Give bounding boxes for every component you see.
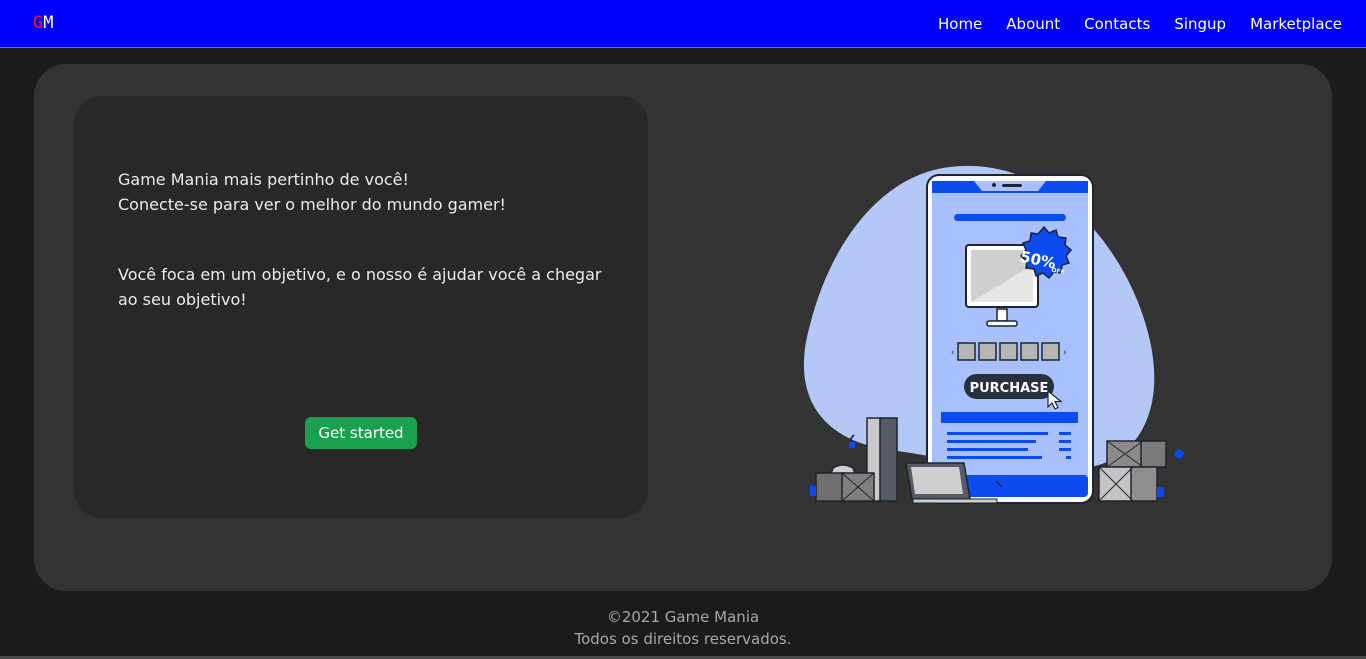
notch-cam [992, 183, 996, 187]
get-started-button[interactable]: Get started [305, 417, 417, 449]
nav-link-signup[interactable]: Singup [1174, 15, 1226, 33]
logo-letter-m: M [43, 13, 54, 33]
header-line [954, 214, 1066, 221]
nav-link-about[interactable]: Abount [1006, 15, 1060, 33]
footer-copyright: ©2021 Game Mania [606, 608, 760, 626]
nav-menu: Home Abount Contacts Singup Marketplace [938, 0, 1342, 47]
carousel-prev-icon: ‹ [951, 348, 955, 358]
intro-paragraph-2: Você foca em um objetivo, e o nosso é aj… [118, 265, 602, 309]
intro-line-1: Game Mania mais pertinho de você! [118, 170, 409, 189]
carousel-next-icon: › [1063, 348, 1067, 358]
notch-speaker [1002, 184, 1022, 187]
monitor-base [986, 320, 1018, 327]
intro-text: Game Mania mais pertinho de você! Conect… [118, 167, 618, 312]
intro-card: Game Mania mais pertinho de você! Conect… [74, 96, 648, 518]
footer-rights: Todos os direitos reservados. [574, 630, 792, 648]
purchase-label: PURCHASE [970, 381, 1049, 396]
intro-line-2: Conecte-se para ver o melhor do mundo ga… [118, 195, 506, 214]
main-panel: Game Mania mais pertinho de você! Conect… [34, 64, 1332, 591]
shopping-phone-illustration: 50% OFF ‹ › PURCHASE [803, 165, 1185, 504]
logo-letter-g: G [33, 13, 44, 33]
nav-link-home[interactable]: Home [938, 15, 982, 33]
nav-link-contacts[interactable]: Contacts [1084, 15, 1150, 33]
brand-logo[interactable]: GM [33, 13, 54, 33]
nav-link-marketplace[interactable]: Marketplace [1250, 15, 1342, 33]
package-box [815, 472, 845, 502]
monitor-stand [996, 308, 1008, 322]
navbar: GM Home Abount Contacts Singup Marketpla… [0, 0, 1366, 48]
page-footer: ©2021 Game Mania Todos os direitos reser… [0, 606, 1366, 650]
